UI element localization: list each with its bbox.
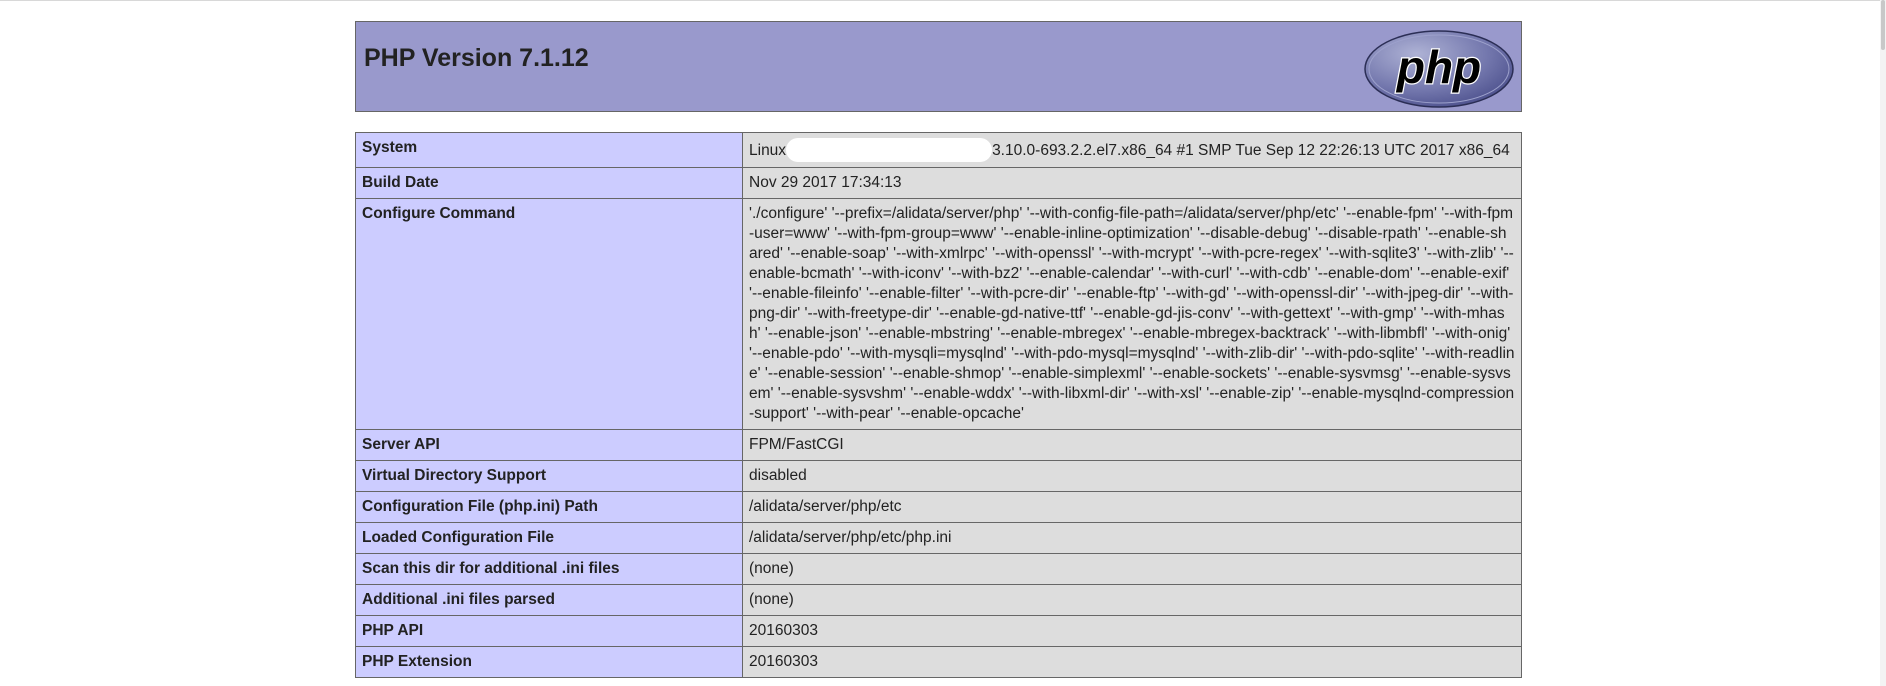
row-value: FPM/FastCGI bbox=[742, 429, 1522, 461]
scrollbar-thumb[interactable] bbox=[1881, 0, 1885, 50]
phpinfo-page: PHP Version 7.1.12 php System Linux 3.10.0… bbox=[355, 21, 1522, 678]
table-row: Loaded Configuration File/alidata/server… bbox=[355, 522, 1522, 554]
row-key: Virtual Directory Support bbox=[355, 460, 743, 492]
row-key: PHP API bbox=[355, 615, 743, 647]
row-key: Scan this dir for additional .ini files bbox=[355, 553, 743, 585]
table-row: Build Date Nov 29 2017 17:34:13 bbox=[355, 167, 1522, 199]
row-key: Configuration File (php.ini) Path bbox=[355, 491, 743, 523]
version-header: PHP Version 7.1.12 php bbox=[355, 21, 1522, 112]
row-value: 20160303 bbox=[742, 615, 1522, 647]
table-row: Additional .ini files parsed (none) bbox=[355, 584, 1522, 616]
row-key: Server API bbox=[355, 429, 743, 461]
row-value: './configure' '--prefix=/alidata/server/… bbox=[742, 198, 1522, 430]
top-border-line bbox=[0, 0, 1886, 1]
vertical-scrollbar[interactable] bbox=[1880, 0, 1886, 686]
table-row: Scan this dir for additional .ini files(… bbox=[355, 553, 1522, 585]
table-row: PHP Extension 20160303 bbox=[355, 646, 1522, 678]
table-row: PHP API 20160303 bbox=[355, 615, 1522, 647]
row-value: 20160303 bbox=[742, 646, 1522, 678]
row-key: PHP Extension bbox=[355, 646, 743, 678]
row-key: Additional .ini files parsed bbox=[355, 584, 743, 616]
row-value: Nov 29 2017 17:34:13 bbox=[742, 167, 1522, 199]
row-value: disabled bbox=[742, 460, 1522, 492]
row-value-prefix: Linux bbox=[749, 142, 787, 159]
row-value-text: 3.10.0-693.2.2.el7.x86_64 #1 SMP Tue Sep… bbox=[992, 142, 1510, 159]
page-title: PHP Version 7.1.12 bbox=[364, 44, 589, 72]
info-table: System Linux 3.10.0-693.2.2.el7.x86_64 #1 … bbox=[355, 132, 1522, 678]
redaction-mark bbox=[786, 138, 993, 162]
table-row: Configuration File (php.ini) Path/alidat… bbox=[355, 491, 1522, 523]
row-key: Loaded Configuration File bbox=[355, 522, 743, 554]
table-row: Server API FPM/FastCGI bbox=[355, 429, 1522, 461]
row-value: /alidata/server/php/etc/php.ini bbox=[742, 522, 1522, 554]
php-logo-text: php bbox=[1395, 41, 1481, 93]
row-key: System bbox=[355, 132, 743, 168]
table-row: Virtual Directory Support disabled bbox=[355, 460, 1522, 492]
row-value: Linux 3.10.0-693.2.2.el7.x86_64 #1 SMP Tu… bbox=[742, 132, 1522, 168]
row-value: /alidata/server/php/etc bbox=[742, 491, 1522, 523]
row-value: (none) bbox=[742, 584, 1522, 616]
php-logo: php bbox=[1364, 30, 1514, 108]
table-row: Configure Command './configure' '--prefix… bbox=[355, 198, 1522, 430]
row-value: (none) bbox=[742, 553, 1522, 585]
table-row: System Linux 3.10.0-693.2.2.el7.x86_64 #1 … bbox=[355, 132, 1522, 168]
row-key: Configure Command bbox=[355, 198, 743, 430]
row-key: Build Date bbox=[355, 167, 743, 199]
